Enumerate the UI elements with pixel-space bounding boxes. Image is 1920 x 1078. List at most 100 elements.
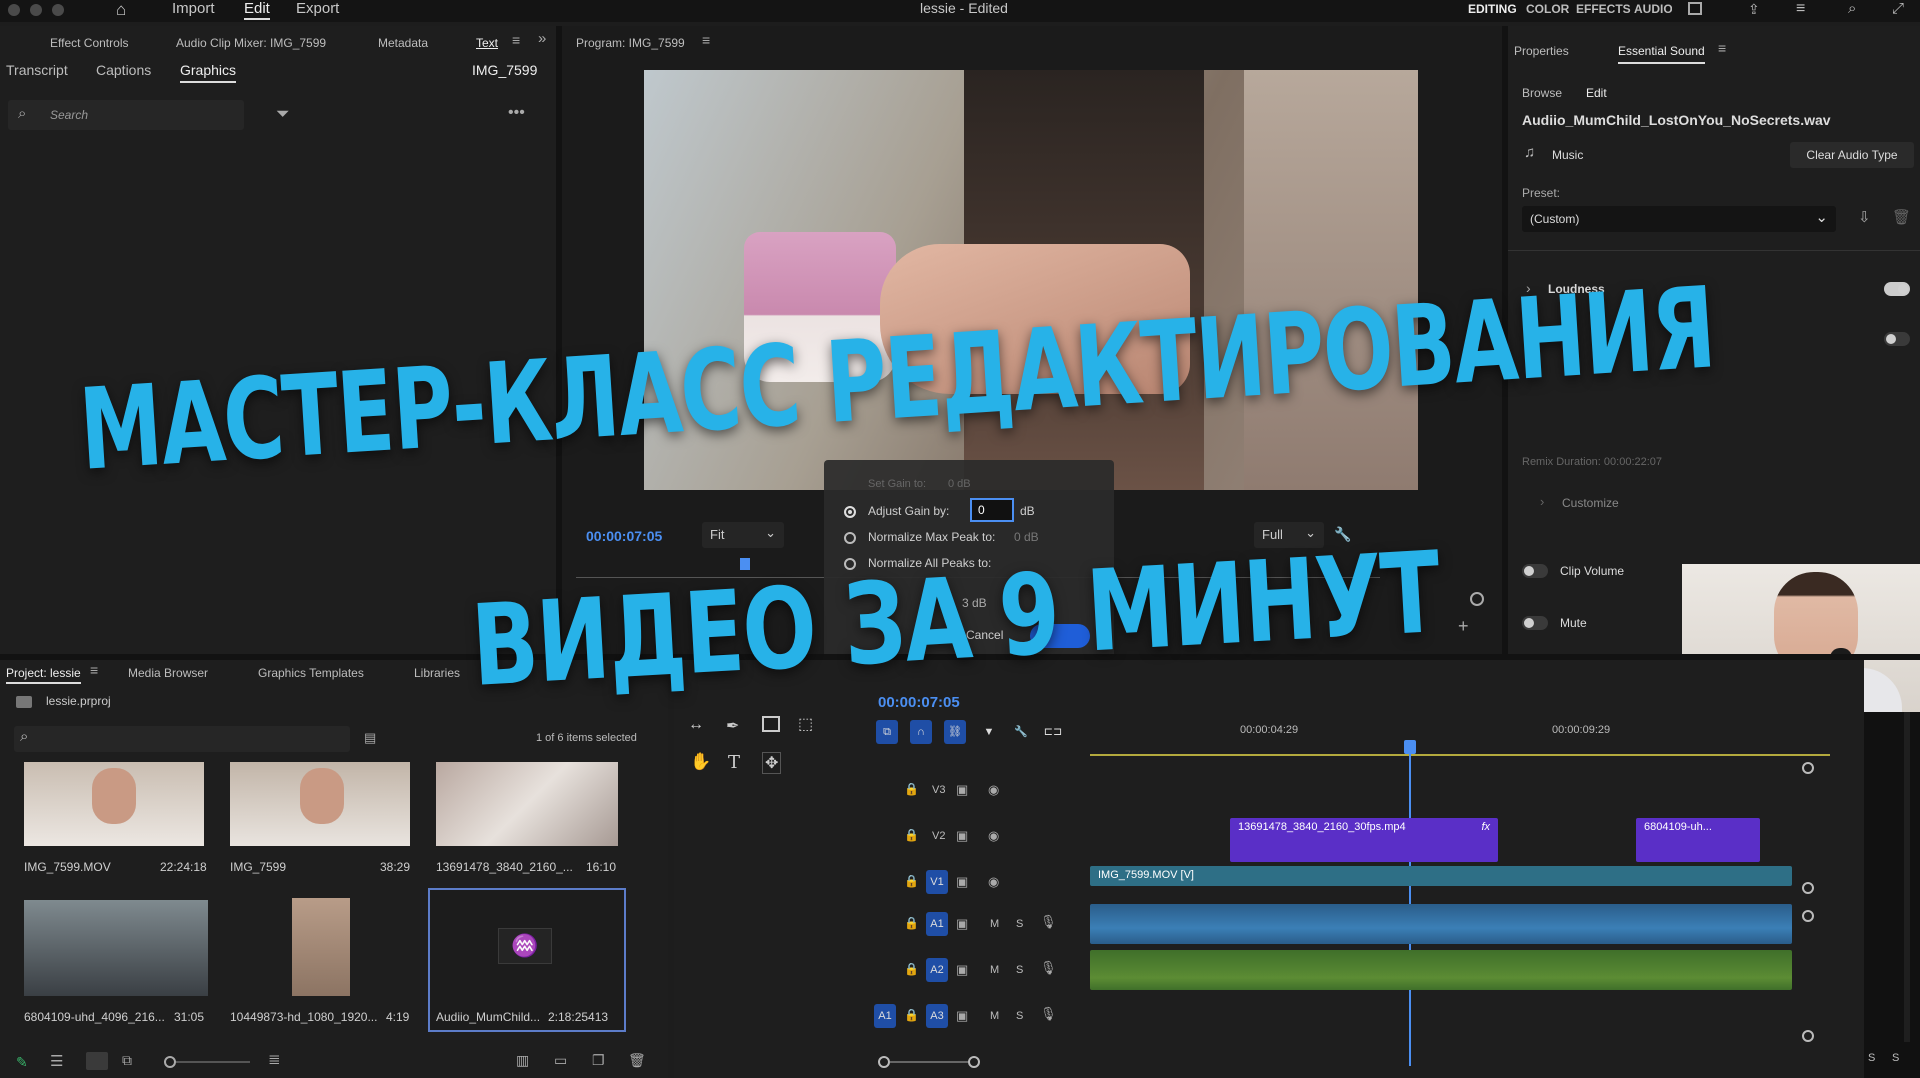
track-v2[interactable]: V2	[932, 830, 945, 842]
chevron-right-icon[interactable]: ›	[1540, 494, 1544, 509]
sync-icon[interactable]: ▣	[956, 828, 968, 844]
thumbnail-office[interactable]	[24, 900, 208, 996]
menu-edit[interactable]: Edit	[244, 0, 270, 20]
eye-icon[interactable]: ◉	[988, 874, 999, 890]
timeline-ruler[interactable]	[1090, 752, 1830, 756]
adjust-gain-input[interactable]: 0	[970, 498, 1014, 522]
sync-icon[interactable]: ▣	[956, 962, 968, 978]
sync-icon[interactable]: ▣	[956, 1008, 968, 1024]
scroll-handle[interactable]	[1802, 910, 1814, 922]
share-icon[interactable]: ⇪	[1748, 1, 1760, 18]
tab-metadata[interactable]: Metadata	[378, 36, 428, 50]
linked-selection-icon[interactable]: ⛓	[944, 720, 966, 744]
fit-select[interactable]: Fit ⌄	[702, 522, 784, 548]
lock-icon[interactable]: 🔒	[904, 916, 919, 930]
home-icon[interactable]: ⌂	[116, 0, 126, 20]
track-a3[interactable]: A3	[926, 1004, 948, 1028]
menu-import[interactable]: Import	[172, 0, 215, 17]
sync-icon[interactable]: ▣	[956, 874, 968, 890]
mute-button[interactable]: M	[990, 964, 999, 976]
insert-nested-icon[interactable]: ⧉	[876, 720, 898, 744]
normalize-max-radio[interactable]	[844, 532, 856, 544]
tab-essential-sound[interactable]: Essential Sound	[1618, 44, 1705, 64]
delete-preset-icon[interactable]: 🗑	[1892, 208, 1911, 226]
microphone-icon[interactable]: 🎙	[1040, 1006, 1057, 1022]
lock-icon[interactable]: 🔒	[904, 962, 919, 976]
solo-button[interactable]: S	[1016, 964, 1023, 976]
lock-icon[interactable]: 🔒	[904, 1008, 919, 1022]
loudness-toggle[interactable]	[1884, 282, 1910, 296]
solo-button[interactable]: S	[1016, 918, 1023, 930]
project-search[interactable]: ⌕	[14, 726, 350, 752]
lock-icon[interactable]: 🔒	[904, 782, 919, 796]
hand-icon[interactable]: ✋	[690, 752, 711, 772]
workspace-color[interactable]: COLOR	[1526, 2, 1569, 16]
clip-a2-music[interactable]	[1090, 950, 1792, 990]
transform-icon[interactable]: ✥	[762, 752, 782, 774]
list-view-icon[interactable]: ☰	[50, 1052, 63, 1070]
panel-menu-icon[interactable]: ≡	[1718, 40, 1726, 56]
tab-project[interactable]: Project: lessie	[6, 666, 81, 684]
duration-toggle[interactable]	[1884, 332, 1910, 346]
program-zoom-handle[interactable]	[1470, 592, 1484, 606]
eye-icon[interactable]: ◉	[988, 782, 999, 798]
pen-icon[interactable]: ✒	[726, 716, 739, 736]
clip-a1-audio[interactable]	[1090, 904, 1792, 944]
tab-effect-controls[interactable]: Effect Controls	[50, 36, 128, 50]
sync-icon[interactable]: ▣	[956, 916, 968, 932]
filter-icon[interactable]: ⏷	[276, 104, 290, 124]
thumbnail-newspaper[interactable]	[436, 762, 618, 846]
tab-browse[interactable]: Browse	[1522, 86, 1562, 100]
ripple-edit-icon[interactable]: ↔	[688, 716, 704, 734]
solo-button[interactable]: S	[1868, 1052, 1875, 1064]
search-input[interactable]: Search	[50, 108, 88, 122]
clip-volume-toggle[interactable]	[1522, 564, 1548, 578]
thumbnail-img7599-mov[interactable]	[24, 762, 204, 846]
lock-icon[interactable]: 🔒	[904, 874, 919, 888]
tab-edit[interactable]: Edit	[1586, 86, 1607, 100]
workspace-effects[interactable]: EFFECTS	[1576, 2, 1631, 16]
track-v1[interactable]: V1	[926, 870, 948, 894]
clip-v2-a[interactable]: 13691478_3840_2160_30fps.mp4 fx	[1230, 818, 1498, 862]
freeform-view-icon[interactable]: ⧉	[122, 1052, 132, 1069]
tab-graphics-templates[interactable]: Graphics Templates	[258, 666, 364, 680]
maximize-window-icon[interactable]	[52, 4, 64, 16]
search-icon[interactable]: ⌕	[1848, 0, 1856, 17]
snap-icon[interactable]: ∩	[910, 720, 932, 744]
thumbnail-vertical[interactable]	[292, 898, 350, 996]
more-options-icon[interactable]: •••	[508, 104, 525, 122]
automate-icon[interactable]: ▥	[516, 1052, 529, 1069]
scroll-handle[interactable]	[1802, 1030, 1814, 1042]
panel-menu-icon[interactable]: ≡	[90, 662, 98, 678]
track-a2[interactable]: A2	[926, 958, 948, 982]
close-window-icon[interactable]	[8, 4, 20, 16]
zoom-slider-handle[interactable]	[164, 1056, 176, 1068]
type-icon[interactable]: T	[728, 752, 740, 773]
tab-audio-clip-mixer[interactable]: Audio Clip Mixer: IMG_7599	[176, 36, 326, 50]
folder-icon[interactable]: ▭	[554, 1052, 567, 1069]
track-a1[interactable]: A1	[926, 912, 948, 936]
thumbnail-img7599[interactable]	[230, 762, 410, 846]
mute-button[interactable]: M	[990, 1010, 999, 1022]
clear-audio-type-button[interactable]: Clear Audio Type	[1790, 142, 1914, 168]
adjust-gain-radio[interactable]	[844, 506, 856, 518]
playhead-handle[interactable]	[1404, 740, 1416, 754]
tab-media-browser[interactable]: Media Browser	[128, 666, 208, 680]
tab-transcript[interactable]: Transcript	[6, 62, 68, 78]
preset-select[interactable]: (Custom) ⌄	[1522, 206, 1836, 232]
solo-button[interactable]: S	[1892, 1052, 1899, 1064]
fullscreen-icon[interactable]: ⤢	[1892, 0, 1904, 17]
lock-icon[interactable]: 🔒	[904, 828, 919, 842]
new-item-icon[interactable]: ❐	[592, 1052, 605, 1069]
workspace-audio[interactable]: AUDIO	[1634, 2, 1672, 16]
clip-v2-b[interactable]: 6804109-uh...	[1636, 818, 1760, 862]
zoom-scroll-right[interactable]	[968, 1056, 980, 1068]
new-bin-icon[interactable]: ▤	[364, 730, 376, 746]
captions-icon[interactable]: ⊏⊐	[1042, 720, 1064, 744]
mute-button[interactable]: M	[990, 918, 999, 930]
tab-properties[interactable]: Properties	[1514, 44, 1569, 58]
menu-export[interactable]: Export	[296, 0, 339, 17]
timeline-timecode[interactable]: 00:00:07:05	[878, 694, 960, 711]
program-timecode[interactable]: 00:00:07:05	[586, 528, 662, 544]
selection-icon[interactable]: ⬚	[798, 714, 813, 734]
